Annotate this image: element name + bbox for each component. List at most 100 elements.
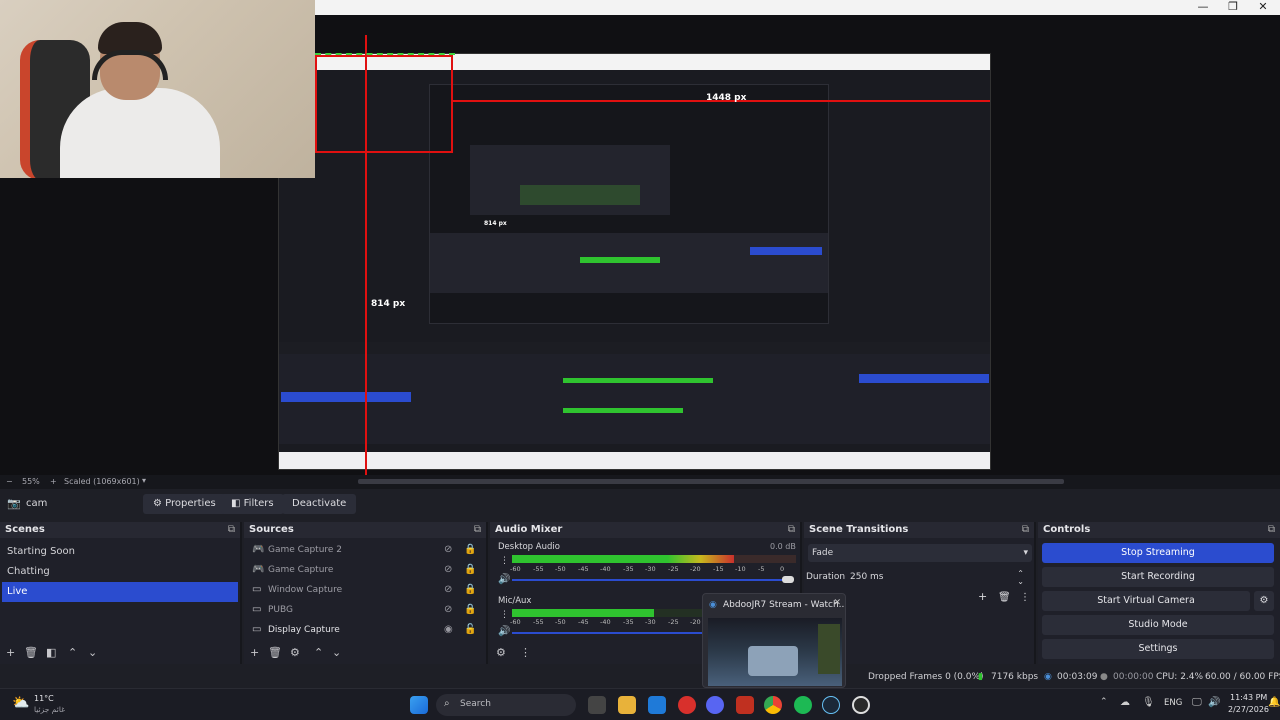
move-down-icon[interactable]: ⌄: [88, 646, 97, 659]
settings-button[interactable]: Settings: [1042, 639, 1274, 659]
chrome-window-preview[interactable]: ◉ AbdooJR7 Stream - Watch... ✕: [702, 593, 846, 688]
selection-box[interactable]: [315, 55, 453, 153]
volume-slider[interactable]: [512, 579, 788, 581]
volume-handle[interactable]: [782, 576, 794, 583]
dock-popout-icon[interactable]: ⧉: [228, 522, 235, 538]
spotify-icon[interactable]: [794, 696, 812, 714]
popup-thumbnail: [708, 618, 842, 686]
properties-button[interactable]: ⚙ Properties: [143, 494, 226, 514]
eye-slash-icon[interactable]: ⊘: [444, 600, 452, 620]
source-row[interactable]: ▭ PUBG ⊘ 🔒: [248, 600, 478, 620]
add-source-icon[interactable]: +: [250, 646, 259, 659]
lock-icon[interactable]: 🔒: [464, 540, 476, 560]
windows-start-icon[interactable]: [410, 696, 428, 714]
task-view-icon[interactable]: [588, 696, 606, 714]
source-row[interactable]: 🎮 Game Capture ⊘ 🔒: [248, 560, 478, 580]
studio-mode-button[interactable]: Studio Mode: [1042, 615, 1274, 635]
weather-temp: 11°C: [34, 694, 54, 703]
transition-select[interactable]: Fade ▾: [808, 544, 1032, 562]
preview-scrollbar[interactable]: [358, 479, 1064, 484]
duration-value: 250 ms: [850, 572, 884, 582]
weather-icon[interactable]: ⛅: [12, 695, 29, 711]
language-indicator[interactable]: ENG: [1164, 698, 1182, 708]
move-down-icon[interactable]: ⌄: [332, 646, 341, 659]
channel-name: Mic/Aux: [498, 596, 532, 606]
source-row[interactable]: ▭ Window Capture ⊘ 🔒: [248, 580, 478, 600]
move-up-icon[interactable]: ⌃: [68, 646, 77, 659]
zoom-out-button[interactable]: −: [6, 477, 13, 486]
add-scene-icon[interactable]: +: [6, 646, 15, 659]
filter-icon[interactable]: ◧: [46, 646, 56, 659]
dock-popout-icon[interactable]: ⧉: [788, 522, 795, 538]
controls-header: Controls ⧉: [1038, 522, 1280, 538]
trash-icon[interactable]: 🗑: [268, 646, 282, 659]
controls-title: Controls: [1043, 524, 1091, 535]
trash-icon[interactable]: 🗑: [24, 646, 38, 659]
kebab-menu-icon[interactable]: ⋮: [500, 610, 509, 620]
selected-source-name: cam: [26, 498, 48, 509]
filters-button[interactable]: ◧ Filters: [221, 494, 284, 514]
close-button[interactable]: ✕: [1248, 0, 1278, 15]
meter-tick-label: -15: [713, 565, 724, 573]
dock-popout-icon[interactable]: ⧉: [1268, 522, 1275, 538]
kebab-menu-icon[interactable]: ⋮: [1020, 592, 1030, 603]
dock-popout-icon[interactable]: ⧉: [1022, 522, 1029, 538]
lock-icon[interactable]: 🔒: [464, 580, 476, 600]
microphone-icon[interactable]: 🎙: [1142, 697, 1155, 708]
steam-icon[interactable]: [822, 696, 840, 714]
red-app-icon[interactable]: [678, 696, 696, 714]
deactivate-button[interactable]: Deactivate: [282, 494, 357, 514]
volume-icon[interactable]: 🔊: [1208, 697, 1220, 708]
network-icon[interactable]: ☁: [1120, 697, 1130, 708]
scene-item[interactable]: Chatting: [2, 562, 238, 582]
eye-icon[interactable]: ◉: [444, 620, 453, 640]
scale-mode-dropdown-icon[interactable]: ▾: [142, 476, 146, 485]
clock-date[interactable]: 2/27/2026: [1228, 705, 1269, 714]
minimize-button[interactable]: —: [1188, 0, 1218, 15]
audio-mixer-title: Audio Mixer: [495, 524, 563, 535]
clock-time[interactable]: 11:43 PM: [1230, 693, 1267, 702]
scene-item[interactable]: Starting Soon: [2, 542, 238, 562]
unlock-icon[interactable]: 🔓: [464, 620, 476, 640]
scene-item-selected[interactable]: Live: [2, 582, 238, 602]
speaker-icon[interactable]: 🔊: [498, 626, 510, 637]
start-virtual-camera-button[interactable]: Start Virtual Camera: [1042, 591, 1250, 611]
meter-tick-label: -45: [578, 618, 589, 626]
stop-streaming-button[interactable]: Stop Streaming: [1042, 543, 1274, 563]
taskbar-search[interactable]: ⌕ Search: [436, 694, 576, 716]
add-transition-icon[interactable]: +: [978, 590, 987, 603]
microsoft-store-icon[interactable]: [648, 696, 666, 714]
obs-studio-icon[interactable]: [852, 696, 870, 714]
source-row[interactable]: 🎮 Game Capture 2 ⊘ 🔒: [248, 540, 478, 560]
zoom-in-button[interactable]: +: [50, 477, 57, 486]
chevron-up-icon[interactable]: ⌃: [1100, 697, 1108, 707]
source-row[interactable]: ▭ Display Capture ◉ 🔓: [248, 620, 478, 640]
gear-icon[interactable]: ⚙: [290, 646, 300, 659]
maximize-button[interactable]: ❐: [1218, 0, 1248, 15]
close-icon[interactable]: ✕: [833, 598, 841, 608]
kebab-menu-icon[interactable]: ⋮: [520, 646, 531, 659]
obs-app-icon[interactable]: [736, 696, 754, 714]
discord-icon[interactable]: [706, 696, 724, 714]
duration-input[interactable]: 250 ms ⌃ ⌄: [850, 568, 1032, 586]
notification-icon[interactable]: 🔔: [1268, 697, 1280, 708]
file-explorer-icon[interactable]: [618, 696, 636, 714]
advanced-audio-icon[interactable]: ⚙: [496, 646, 506, 659]
kebab-menu-icon[interactable]: ⋮: [500, 556, 509, 566]
lock-icon[interactable]: 🔒: [464, 560, 476, 580]
window-icon: ▭: [252, 604, 262, 615]
virtual-camera-settings-gear-icon[interactable]: ⚙: [1254, 591, 1274, 611]
trash-icon[interactable]: 🗑: [998, 592, 1011, 603]
dock-popout-icon[interactable]: ⧉: [474, 522, 481, 538]
eye-slash-icon[interactable]: ⊘: [444, 580, 452, 600]
chrome-icon[interactable]: [764, 696, 782, 714]
speaker-icon[interactable]: 🔊: [498, 574, 510, 585]
eye-slash-icon[interactable]: ⊘: [444, 540, 452, 560]
monitor-icon[interactable]: 🖵: [1192, 697, 1202, 708]
move-up-icon[interactable]: ⌃: [314, 646, 323, 659]
gear-icon: ⚙: [153, 498, 166, 509]
spin-down-icon[interactable]: ⌄: [1017, 573, 1024, 591]
eye-slash-icon[interactable]: ⊘: [444, 560, 452, 580]
start-recording-button[interactable]: Start Recording: [1042, 567, 1274, 587]
lock-icon[interactable]: 🔒: [464, 600, 476, 620]
